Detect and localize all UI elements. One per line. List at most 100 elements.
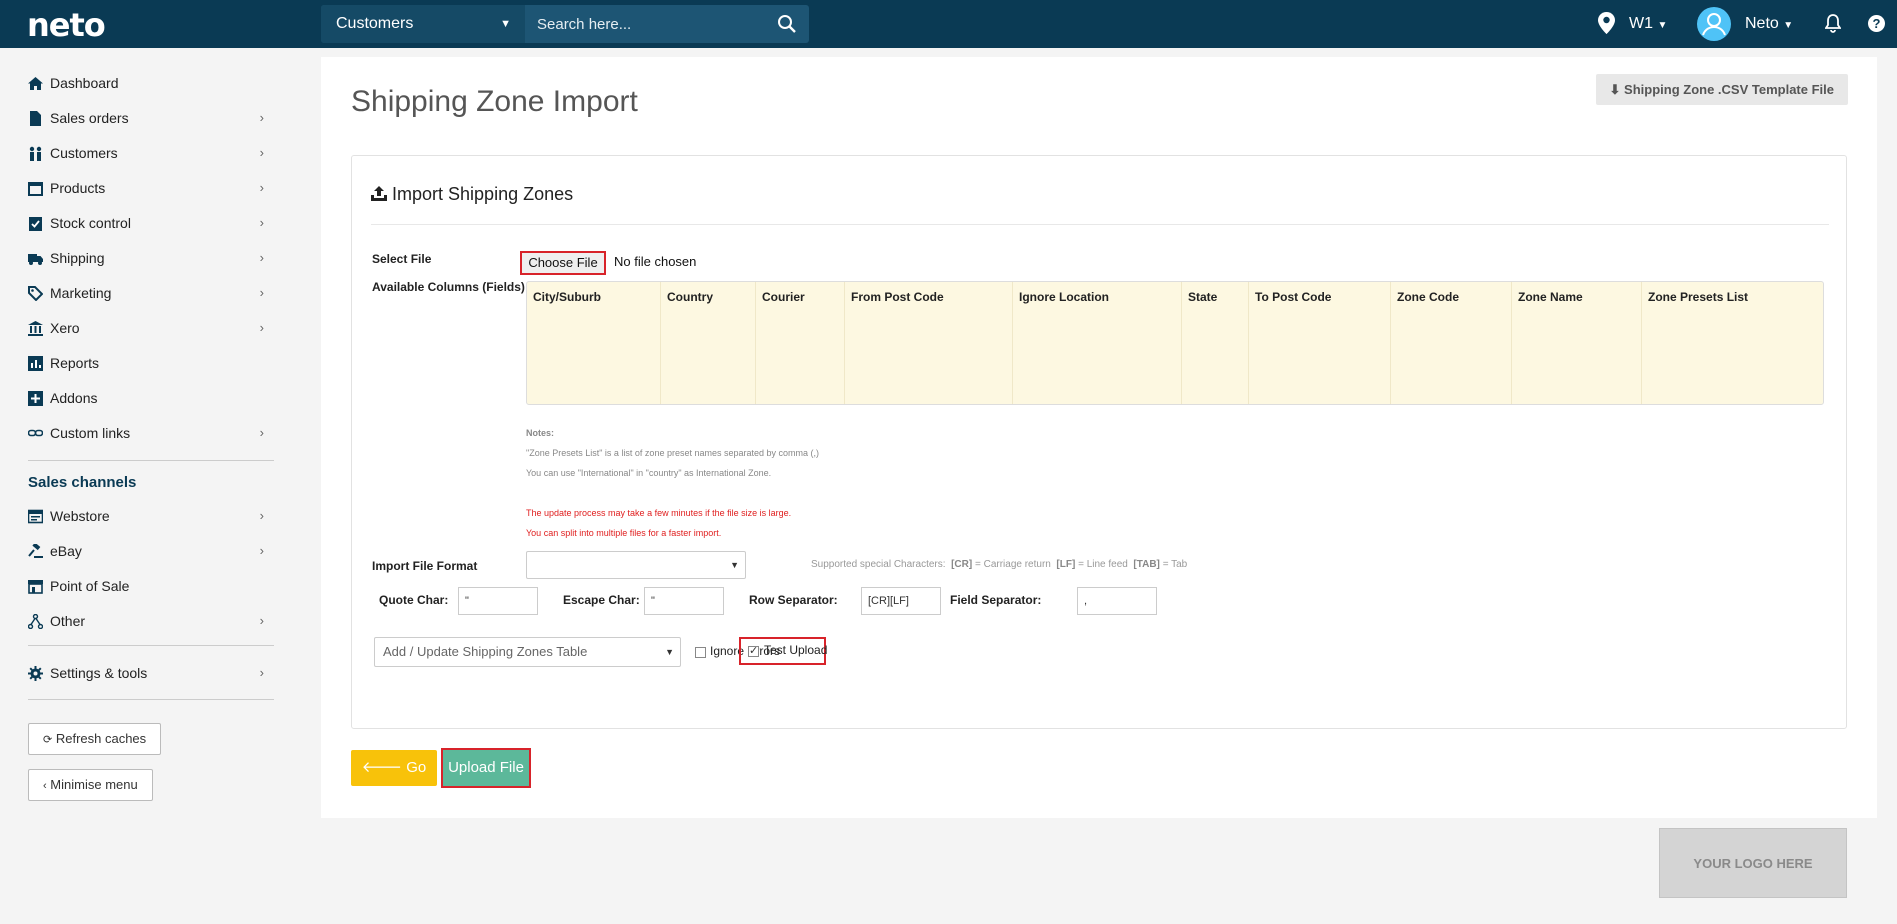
- caret-down-icon: ▼: [500, 18, 511, 30]
- search-input[interactable]: [525, 5, 775, 43]
- refresh-caches-button[interactable]: ⟳ Refresh caches: [28, 723, 162, 755]
- chevron-right-icon: ›: [259, 110, 264, 125]
- quote-char-label: Quote Char:: [379, 593, 449, 607]
- column-header: Ignore Location: [1013, 282, 1182, 404]
- minimise-menu-button[interactable]: ‹ Minimise menu: [28, 769, 153, 801]
- special-tab-desc: = Tab: [1162, 559, 1188, 570]
- import-file-format-select[interactable]: ▼: [526, 551, 746, 579]
- sidebar-item-custom-links[interactable]: Custom links ›: [28, 418, 274, 448]
- sidebar-item-dashboard[interactable]: Dashboard: [28, 68, 274, 98]
- column-header: To Post Code: [1249, 282, 1391, 404]
- avatar[interactable]: [1697, 7, 1731, 41]
- panel-title-text: Import Shipping Zones: [392, 184, 574, 204]
- special-tab: [TAB]: [1133, 559, 1160, 570]
- row-separator-input[interactable]: [861, 587, 941, 615]
- sidebar-item-point-of-sale[interactable]: Point of Sale: [28, 571, 274, 601]
- sidebar-item-webstore[interactable]: Webstore ›: [28, 501, 274, 531]
- sidebar-item-other[interactable]: Other ›: [28, 606, 274, 636]
- test-upload-checkbox[interactable]: ✓: [748, 645, 759, 657]
- caret-down-icon: ▼: [730, 560, 739, 570]
- sidebar-item-label: Dashboard: [50, 75, 119, 91]
- ignore-errors-checkbox[interactable]: [695, 647, 706, 658]
- sidebar-item-ebay[interactable]: eBay ›: [28, 536, 274, 566]
- sales-channels-heading: Sales channels: [28, 474, 137, 491]
- help-glyph: ?: [1872, 16, 1881, 31]
- sidebar-item-label: eBay: [50, 543, 82, 559]
- search-scope-dropdown[interactable]: Customers ▼: [321, 5, 525, 43]
- upload-file-button[interactable]: Upload File: [441, 748, 531, 788]
- home-icon: [28, 77, 43, 90]
- arrow-left-icon: 🡐: [361, 759, 403, 776]
- select-file-label: Select File: [372, 252, 432, 266]
- sidebar: Dashboard Sales orders › Customers › Pro…: [0, 48, 290, 924]
- import-action-value: Add / Update Shipping Zones Table: [383, 644, 588, 659]
- bank-icon: [28, 321, 43, 336]
- warning-text: The update process may take a few minute…: [526, 508, 792, 518]
- webstore-icon: [28, 509, 43, 524]
- note-text: You can use "International" in "country"…: [526, 468, 772, 478]
- sidebar-item-label: Xero: [50, 320, 80, 336]
- field-separator-input[interactable]: [1077, 587, 1157, 615]
- refresh-icon: ⟳: [43, 734, 53, 746]
- chevron-right-icon: ›: [259, 665, 264, 680]
- download-icon: ⬇: [1609, 82, 1621, 97]
- no-file-chosen-text: No file chosen: [614, 254, 697, 269]
- sidebar-item-label: Webstore: [50, 508, 110, 524]
- sidebar-item-sales-orders[interactable]: Sales orders ›: [28, 103, 274, 133]
- import-action-select[interactable]: Add / Update Shipping Zones Table ▼: [374, 637, 681, 667]
- note-text: "Zone Presets List" is a list of zone pr…: [526, 448, 820, 458]
- sidebar-item-marketing[interactable]: Marketing ›: [28, 278, 274, 308]
- sidebar-divider: [28, 645, 274, 646]
- chevron-left-icon: ‹: [43, 780, 47, 792]
- go-back-button[interactable]: 🡐 Go Back: [351, 750, 437, 812]
- clipboard-icon: [29, 217, 42, 231]
- sidebar-item-products[interactable]: Products ›: [28, 173, 274, 203]
- column-header: State: [1182, 282, 1249, 404]
- csv-template-button[interactable]: ⬇ Shipping Zone .CSV Template File: [1595, 74, 1848, 105]
- chevron-right-icon: ›: [259, 543, 264, 558]
- sidebar-item-label: Marketing: [50, 285, 112, 301]
- sidebar-divider: [28, 699, 274, 700]
- location-selector[interactable]: W1 ▼: [1629, 0, 1667, 48]
- special-characters-info: Supported special Characters: [CR] = Car…: [811, 559, 1187, 570]
- quote-char-input[interactable]: [458, 587, 538, 615]
- sidebar-item-label: Settings & tools: [50, 665, 148, 681]
- caret-down-icon: ▼: [1783, 20, 1794, 31]
- chevron-right-icon: ›: [259, 320, 264, 335]
- search-icon[interactable]: [777, 14, 797, 34]
- column-header: Zone Code: [1391, 282, 1512, 404]
- sidebar-item-settings-tools[interactable]: Settings & tools ›: [28, 658, 274, 688]
- user-menu[interactable]: Neto ▼: [1745, 0, 1793, 48]
- sidebar-item-label: Point of Sale: [50, 578, 130, 594]
- chevron-right-icon: ›: [259, 613, 264, 628]
- chevron-right-icon: ›: [259, 215, 264, 230]
- sidebar-item-reports[interactable]: Reports: [28, 348, 274, 378]
- special-cr: [CR]: [951, 559, 973, 570]
- search-bar: Customers ▼: [321, 5, 809, 43]
- help-icon[interactable]: ?: [1868, 15, 1885, 32]
- choose-file-button[interactable]: Choose File: [520, 251, 606, 275]
- sidebar-item-stock-control[interactable]: Stock control ›: [28, 208, 274, 238]
- import-file-format-label: Import File Format: [372, 559, 478, 573]
- page-title: Shipping Zone Import: [351, 85, 638, 118]
- store-icon: [28, 580, 43, 594]
- sidebar-item-shipping[interactable]: Shipping ›: [28, 243, 274, 273]
- refresh-caches-label: Refresh caches: [55, 731, 147, 746]
- column-header: Courier: [756, 282, 845, 404]
- user-icon: [1702, 13, 1726, 36]
- sidebar-item-customers[interactable]: Customers ›: [28, 138, 274, 168]
- bell-icon[interactable]: [1825, 14, 1841, 33]
- column-header: Zone Presets List: [1648, 290, 1749, 304]
- check-icon: ✓: [749, 645, 759, 657]
- location-pin-icon[interactable]: [1598, 12, 1615, 34]
- sidebar-item-addons[interactable]: Addons: [28, 383, 274, 413]
- neto-logo[interactable]: neto: [27, 6, 106, 44]
- chevron-right-icon: ›: [259, 285, 264, 300]
- sidebar-divider: [28, 460, 274, 461]
- chevron-right-icon: ›: [259, 425, 264, 440]
- gavel-icon: [28, 544, 43, 558]
- escape-char-input[interactable]: [644, 587, 724, 615]
- sidebar-item-xero[interactable]: Xero ›: [28, 313, 274, 343]
- warning-text: You can split into multiple files for a …: [526, 528, 722, 538]
- tag-icon: [28, 286, 43, 301]
